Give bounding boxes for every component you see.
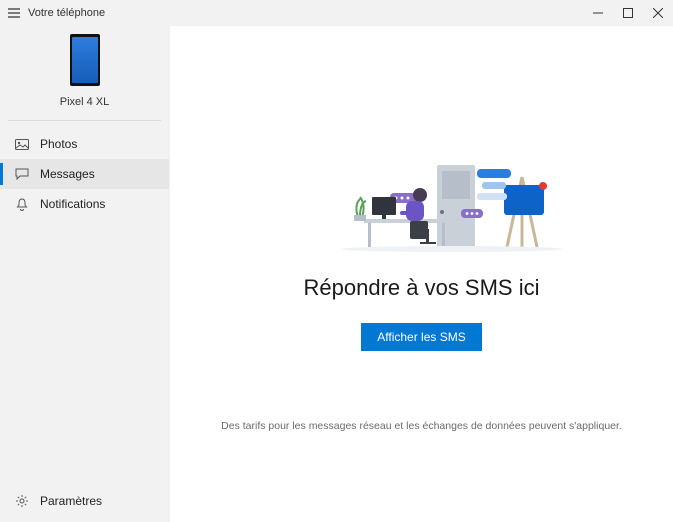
hamburger-menu-button[interactable] <box>0 8 28 18</box>
device-block: Pixel 4 XL <box>8 26 161 121</box>
messages-illustration <box>272 157 572 257</box>
disclaimer-text: Des tarifs pour les messages réseau et l… <box>170 420 673 432</box>
sidebar-item-label: Photos <box>40 137 77 151</box>
window-maximize-button[interactable] <box>613 0 643 26</box>
gear-icon <box>12 494 32 508</box>
hamburger-icon <box>8 8 20 18</box>
sidebar-item-label: Notifications <box>40 197 105 211</box>
sidebar-item-settings[interactable]: Paramètres <box>0 486 169 516</box>
minimize-icon <box>593 8 603 18</box>
main-content: Répondre à vos SMS ici Afficher les SMS … <box>170 26 673 522</box>
phone-device-icon <box>70 34 100 86</box>
photo-icon <box>12 139 32 150</box>
window-minimize-button[interactable] <box>583 0 613 26</box>
sidebar-item-photos[interactable]: Photos <box>0 129 169 159</box>
maximize-icon <box>623 8 633 18</box>
bell-icon <box>12 198 32 211</box>
sidebar-item-label: Paramètres <box>40 494 102 508</box>
sidebar-item-label: Messages <box>40 167 95 181</box>
window-close-button[interactable] <box>643 0 673 26</box>
close-icon <box>653 8 663 18</box>
sidebar: Pixel 4 XL Photos Messages <box>0 26 170 522</box>
app-title: Votre téléphone <box>28 7 105 19</box>
sidebar-nav: Photos Messages Notifications <box>0 125 169 219</box>
show-sms-button[interactable]: Afficher les SMS <box>361 323 481 351</box>
main-headline: Répondre à vos SMS ici <box>304 275 540 301</box>
sidebar-item-messages[interactable]: Messages <box>0 159 169 189</box>
sidebar-item-notifications[interactable]: Notifications <box>0 189 169 219</box>
message-icon <box>12 168 32 180</box>
device-name: Pixel 4 XL <box>60 96 110 108</box>
titlebar: Votre téléphone <box>0 0 673 26</box>
